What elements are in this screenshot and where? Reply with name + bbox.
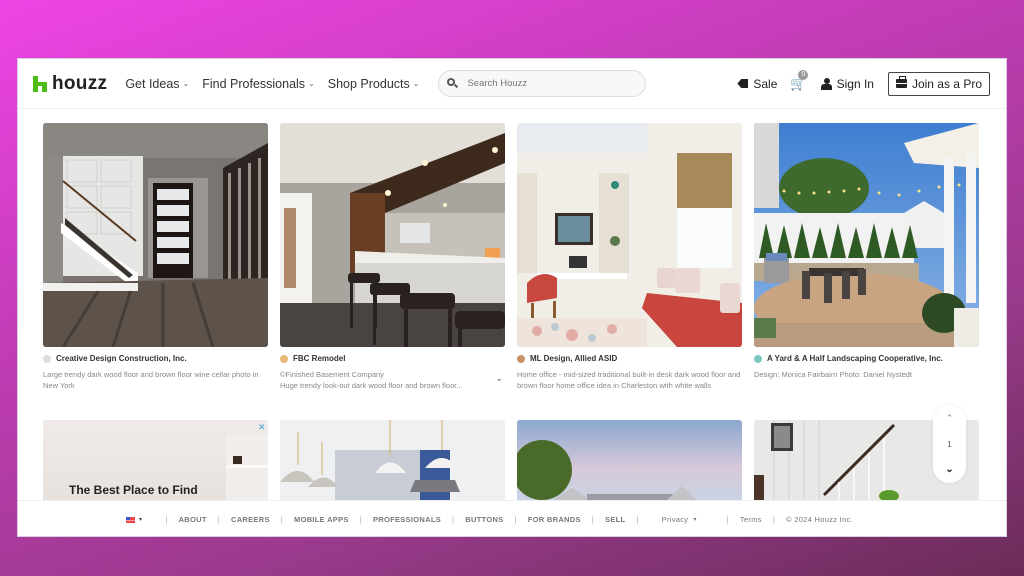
photo-description: Design: Monica Fairbairn Photo: Daniel N…	[754, 370, 912, 379]
cart-button[interactable]: 🛒 0	[790, 69, 809, 92]
sponsored-ad-card[interactable]: Sponsored The Best Place to Find ✕	[43, 420, 268, 500]
photo-card-kitchen[interactable]	[280, 420, 505, 500]
page-scroller: ⌃ 1 ⌄	[933, 405, 966, 483]
decor-figure	[233, 456, 242, 464]
copyright-text: © 2024 Houzz Inc.	[786, 515, 853, 524]
photo-basement-bar[interactable]	[280, 123, 505, 347]
caret-down-icon[interactable]: ▾	[139, 516, 142, 523]
chevron-down-icon[interactable]: ⌄	[945, 464, 953, 475]
photo-card-house-exterior[interactable]	[517, 420, 742, 500]
chevron-up-icon[interactable]: ⌃	[946, 413, 954, 424]
photo-image	[754, 123, 979, 347]
separator: |	[165, 515, 168, 524]
ad-headline: The Best Place to Find	[69, 483, 198, 497]
chevron-down-icon: ⌄	[308, 79, 315, 88]
footer-link-for-brands[interactable]: FOR BRANDS	[528, 515, 581, 524]
search-icon	[447, 78, 459, 89]
user-icon	[820, 77, 832, 90]
separator: |	[217, 515, 220, 524]
search-box[interactable]	[438, 70, 647, 97]
sign-in-label: Sign In	[836, 76, 874, 91]
photo-card[interactable]: ML Design, Allied ASID Home office - mid…	[517, 123, 742, 391]
separator: |	[726, 515, 729, 524]
footer-link-mobile-apps[interactable]: MOBILE APPS	[294, 515, 349, 524]
photo-image	[517, 123, 742, 347]
pro-avatar	[43, 354, 51, 363]
briefcase-icon	[895, 76, 907, 88]
caret-down-icon[interactable]: ▾	[693, 516, 696, 523]
photo-basement-wine-cellar[interactable]	[43, 123, 268, 347]
chevron-down-icon: ⌄	[182, 79, 190, 88]
photo-patio[interactable]	[754, 123, 979, 347]
nav-label: Get Ideas	[125, 76, 180, 91]
photo-description: ©Finished Basement Company Huge trendy l…	[280, 370, 463, 390]
footer-link-buttons[interactable]: BUTTONS	[465, 515, 503, 524]
tag-icon	[737, 79, 749, 88]
footer-link-about[interactable]: ABOUT	[179, 515, 207, 524]
cart-count-badge: 0	[798, 69, 809, 80]
join-as-pro-button[interactable]: Join as a Pro	[887, 71, 990, 96]
chevron-down-icon: ⌄	[412, 79, 420, 88]
photo-card[interactable]: A Yard & A Half Landscaping Cooperative,…	[754, 123, 979, 381]
pro-name: Creative Design Construction, Inc.	[56, 354, 187, 363]
pro-name: FBC Remodel	[293, 354, 346, 363]
footer-link-privacy[interactable]: Privacy	[662, 515, 689, 524]
nav-label: Find Professionals	[202, 76, 306, 91]
pro-avatar	[517, 354, 525, 363]
sponsored-label: Sponsored	[48, 433, 78, 439]
join-label: Join as a Pro	[911, 76, 982, 91]
separator: |	[452, 515, 455, 524]
nav-get-ideas[interactable]: Get Ideas ⌄	[125, 77, 189, 91]
close-icon[interactable]: ✕	[258, 422, 266, 433]
separator: |	[772, 515, 776, 524]
pro-attribution[interactable]: Creative Design Construction, Inc.	[43, 354, 268, 363]
sale-label: Sale	[753, 76, 778, 91]
page-number: 1	[947, 439, 952, 449]
houzz-logo[interactable]: houzz	[33, 73, 107, 95]
expand-chevron-icon[interactable]: ⌄	[495, 373, 503, 384]
photo-home-office[interactable]	[517, 123, 742, 347]
main-nav: Get Ideas ⌄ Find Professionals ⌄ Shop Pr…	[125, 77, 432, 91]
browser-window: houzz Get Ideas ⌄ Find Professionals ⌄ S…	[17, 58, 1007, 537]
photo-image	[280, 123, 505, 347]
separator: |	[514, 515, 517, 524]
logo-text: houzz	[52, 72, 108, 94]
sign-in-link[interactable]: Sign In	[820, 76, 874, 91]
footer-link-sell[interactable]: SELL	[605, 515, 625, 524]
photo-image	[43, 123, 268, 347]
footer-link-professionals[interactable]: PROFESSIONALS	[373, 515, 441, 524]
us-flag-icon[interactable]	[126, 516, 135, 523]
photo-card[interactable]: FBC Remodel ©Finished Basement Company H…	[280, 123, 505, 391]
pro-avatar	[754, 354, 762, 363]
pro-name: A Yard & A Half Landscaping Cooperative,…	[767, 354, 943, 363]
header-actions: Sale 🛒 0 Sign In Join as a Pro	[737, 69, 990, 96]
nav-label: Shop Products	[327, 76, 410, 91]
nav-find-professionals[interactable]: Find Professionals ⌄	[202, 77, 315, 91]
photo-description: Home office - mid-sized traditional buil…	[517, 370, 741, 390]
separator: |	[636, 515, 639, 524]
sale-link[interactable]: Sale	[737, 77, 777, 91]
search-input[interactable]	[467, 78, 638, 89]
pro-avatar	[280, 354, 288, 363]
top-navigation: houzz Get Ideas ⌄ Find Professionals ⌄ S…	[18, 59, 1006, 109]
footer: ▾ | ABOUT | CAREERS | MOBILE APPS | PROF…	[18, 500, 1006, 536]
photo-card[interactable]: Creative Design Construction, Inc. Large…	[43, 123, 268, 391]
nav-shop-products[interactable]: Shop Products ⌄	[328, 77, 420, 91]
houzz-logo-icon	[33, 75, 47, 92]
photo-description: Large trendy dark wood floor and brown f…	[43, 370, 259, 390]
pro-attribution[interactable]: A Yard & A Half Landscaping Cooperative,…	[754, 354, 979, 363]
footer-link-careers[interactable]: CAREERS	[231, 515, 270, 524]
separator: |	[280, 515, 284, 524]
pro-attribution[interactable]: ML Design, Allied ASID	[517, 354, 742, 363]
pro-attribution[interactable]: FBC Remodel	[280, 354, 505, 363]
separator: |	[591, 515, 595, 524]
separator: |	[359, 515, 362, 524]
pro-name: ML Design, Allied ASID	[530, 354, 618, 363]
photo-image	[280, 420, 505, 500]
footer-link-terms[interactable]: Terms	[740, 515, 762, 524]
photo-image	[517, 420, 742, 500]
